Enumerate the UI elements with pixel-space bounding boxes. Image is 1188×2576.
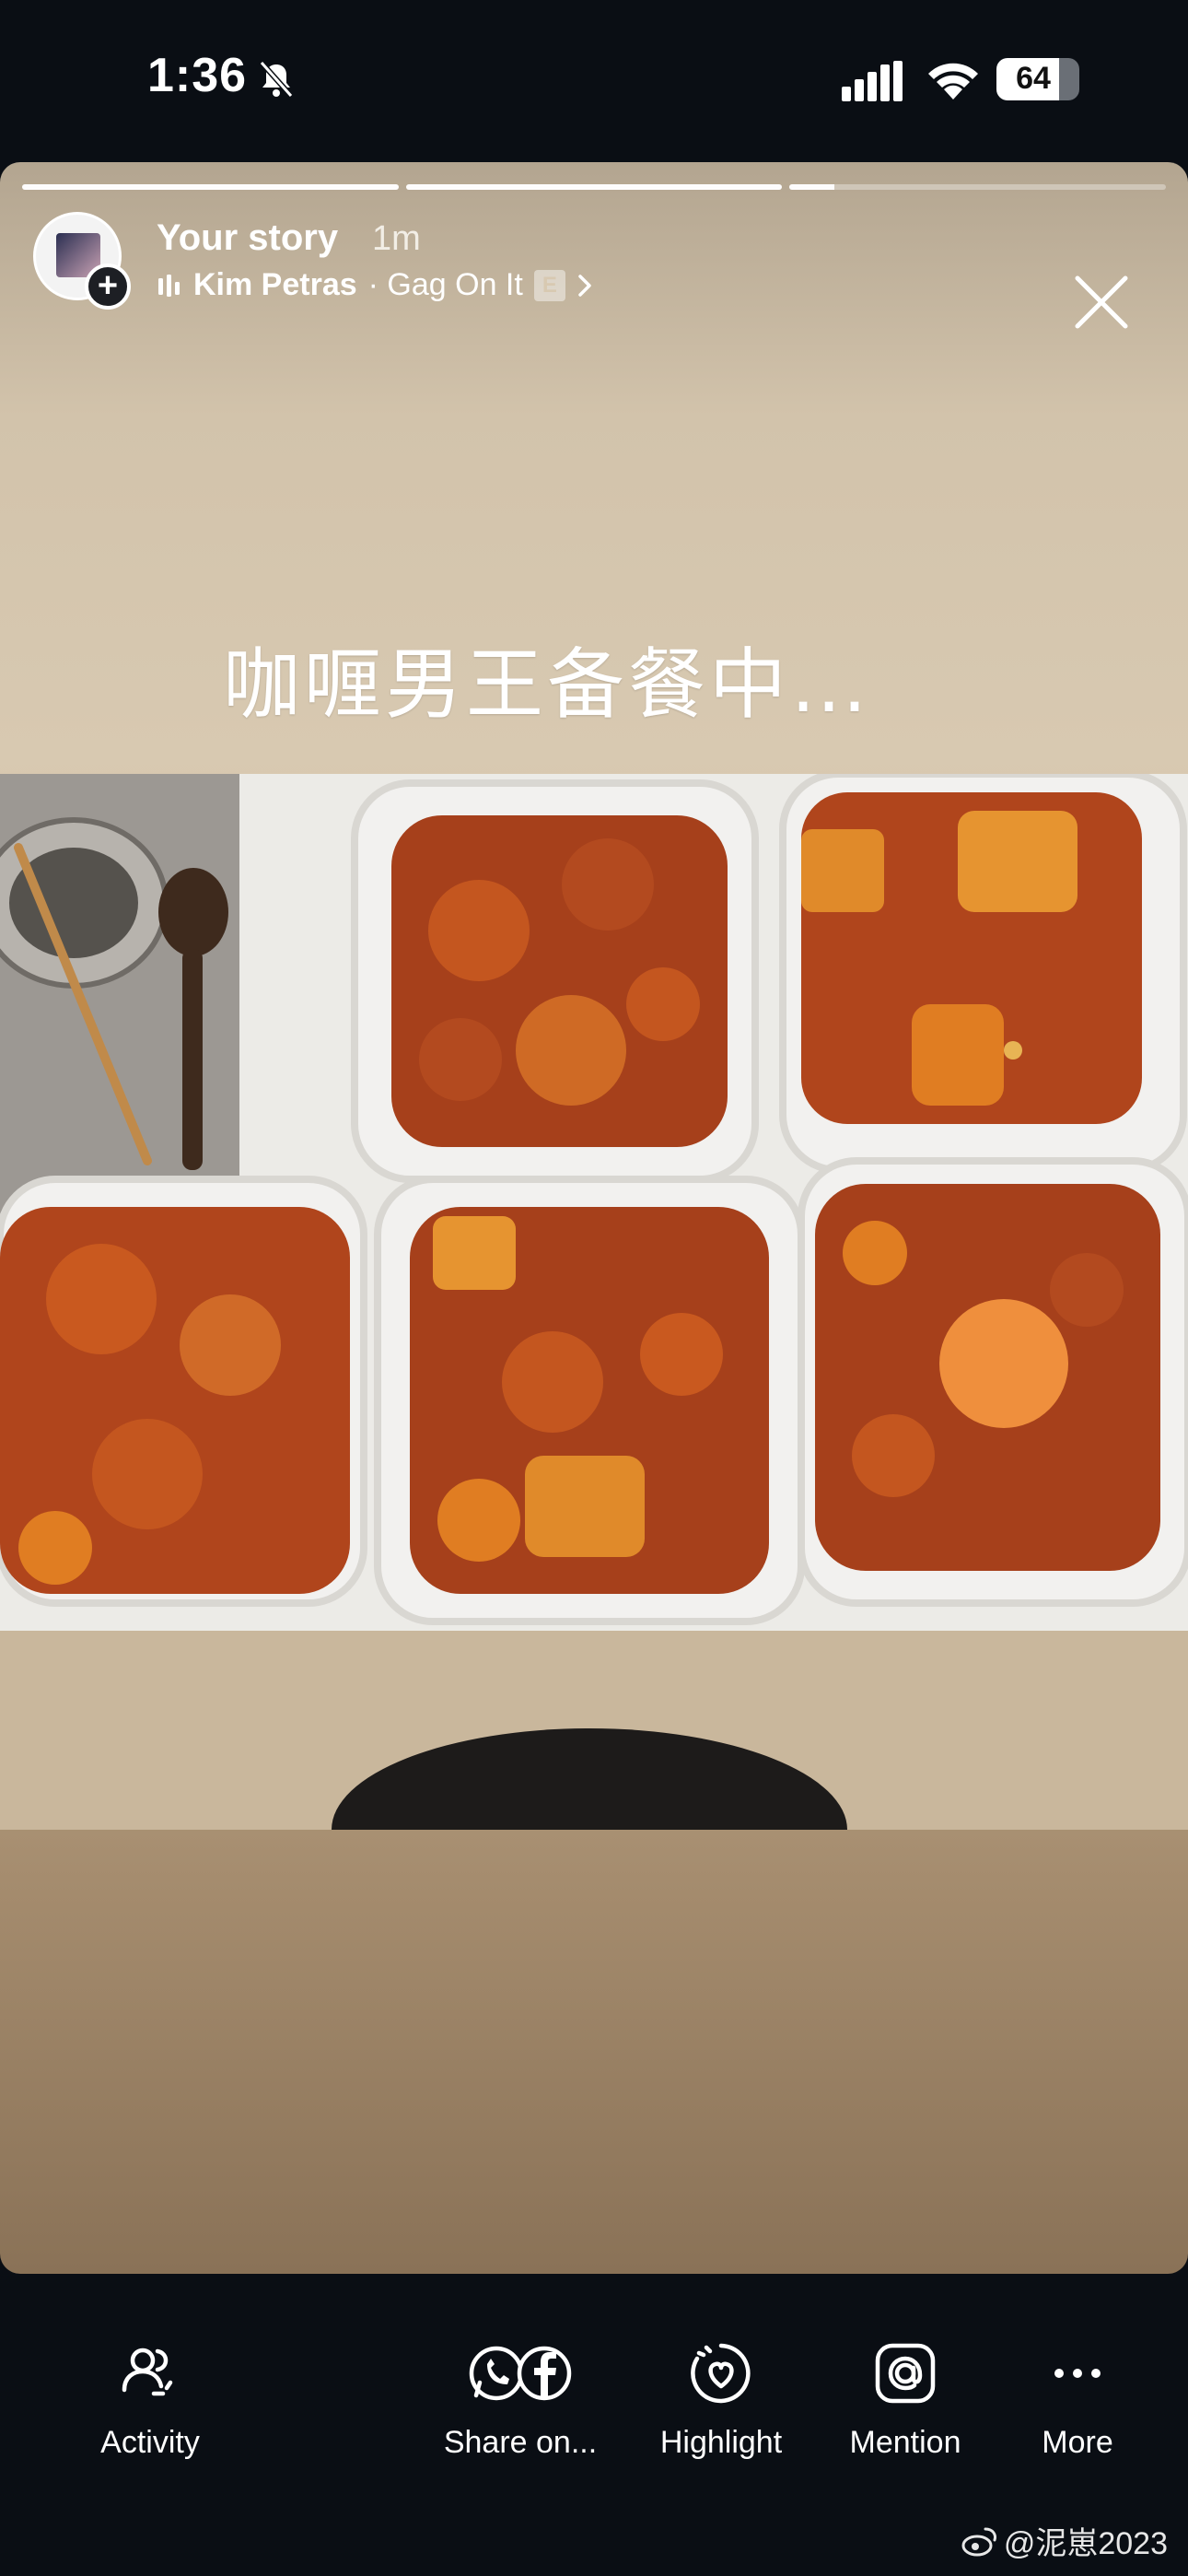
curry-containers-image bbox=[0, 774, 1188, 1830]
battery-level: 64 bbox=[1016, 61, 1051, 96]
highlight-heart-icon bbox=[691, 2343, 751, 2404]
activity-button[interactable]: Activity bbox=[81, 2340, 219, 2461]
share-on-button[interactable]: Share on... bbox=[433, 2340, 608, 2461]
add-story-plus-icon[interactable]: + bbox=[85, 263, 131, 310]
mention-label: Mention bbox=[849, 2425, 961, 2460]
activity-label: Activity bbox=[100, 2425, 200, 2460]
mention-at-icon bbox=[875, 2343, 936, 2404]
story-header: + Your story 1m Kim Petras · Gag On It E bbox=[33, 212, 1155, 329]
story-caption: 咖喱男王备餐中… bbox=[223, 639, 872, 730]
share-on-label: Share on... bbox=[443, 2425, 598, 2460]
song-title: · Gag On It bbox=[367, 267, 523, 302]
audio-bars-icon bbox=[158, 274, 180, 297]
status-bar: 1:36 64 bbox=[0, 0, 1188, 161]
more-label: More bbox=[1042, 2425, 1113, 2460]
highlight-label: Highlight bbox=[659, 2425, 783, 2460]
whatsapp-facebook-icon bbox=[469, 2346, 572, 2401]
story-actions-bar: Activity Share on... Highlight Mention M… bbox=[0, 2276, 1188, 2576]
battery-indicator: 64 bbox=[996, 58, 1079, 100]
music-attribution[interactable]: Kim Petras · Gag On It E bbox=[157, 267, 593, 303]
progress-segment bbox=[22, 184, 399, 190]
story-owner-title[interactable]: Your story bbox=[157, 217, 338, 259]
artist-name: Kim Petras bbox=[193, 267, 357, 302]
progress-segment bbox=[405, 184, 783, 190]
activity-icon bbox=[122, 2348, 173, 2396]
close-icon[interactable] bbox=[1072, 273, 1131, 332]
cellular-signal-icon bbox=[842, 61, 903, 101]
highlight-button[interactable]: Highlight bbox=[652, 2340, 790, 2461]
more-button[interactable]: More bbox=[1022, 2340, 1133, 2461]
story-viewer[interactable]: + Your story 1m Kim Petras · Gag On It E… bbox=[0, 162, 1188, 2274]
chevron-right-icon bbox=[578, 274, 591, 297]
weibo-watermark: @泥崽2023 bbox=[961, 2518, 1168, 2563]
story-timestamp: 1m bbox=[372, 219, 421, 258]
mention-button[interactable]: Mention bbox=[836, 2340, 974, 2461]
bell-muted-icon bbox=[259, 61, 294, 98]
story-progress bbox=[22, 184, 1167, 190]
progress-segment bbox=[789, 184, 1167, 190]
wifi-icon bbox=[928, 63, 978, 100]
more-dots-icon bbox=[1054, 2369, 1101, 2378]
status-time: 1:36 bbox=[147, 49, 248, 102]
explicit-badge: E bbox=[533, 269, 565, 301]
watermark-text: @泥崽2023 bbox=[1003, 2526, 1168, 2561]
food-photo bbox=[0, 774, 1188, 1830]
weibo-icon bbox=[961, 2527, 996, 2556]
